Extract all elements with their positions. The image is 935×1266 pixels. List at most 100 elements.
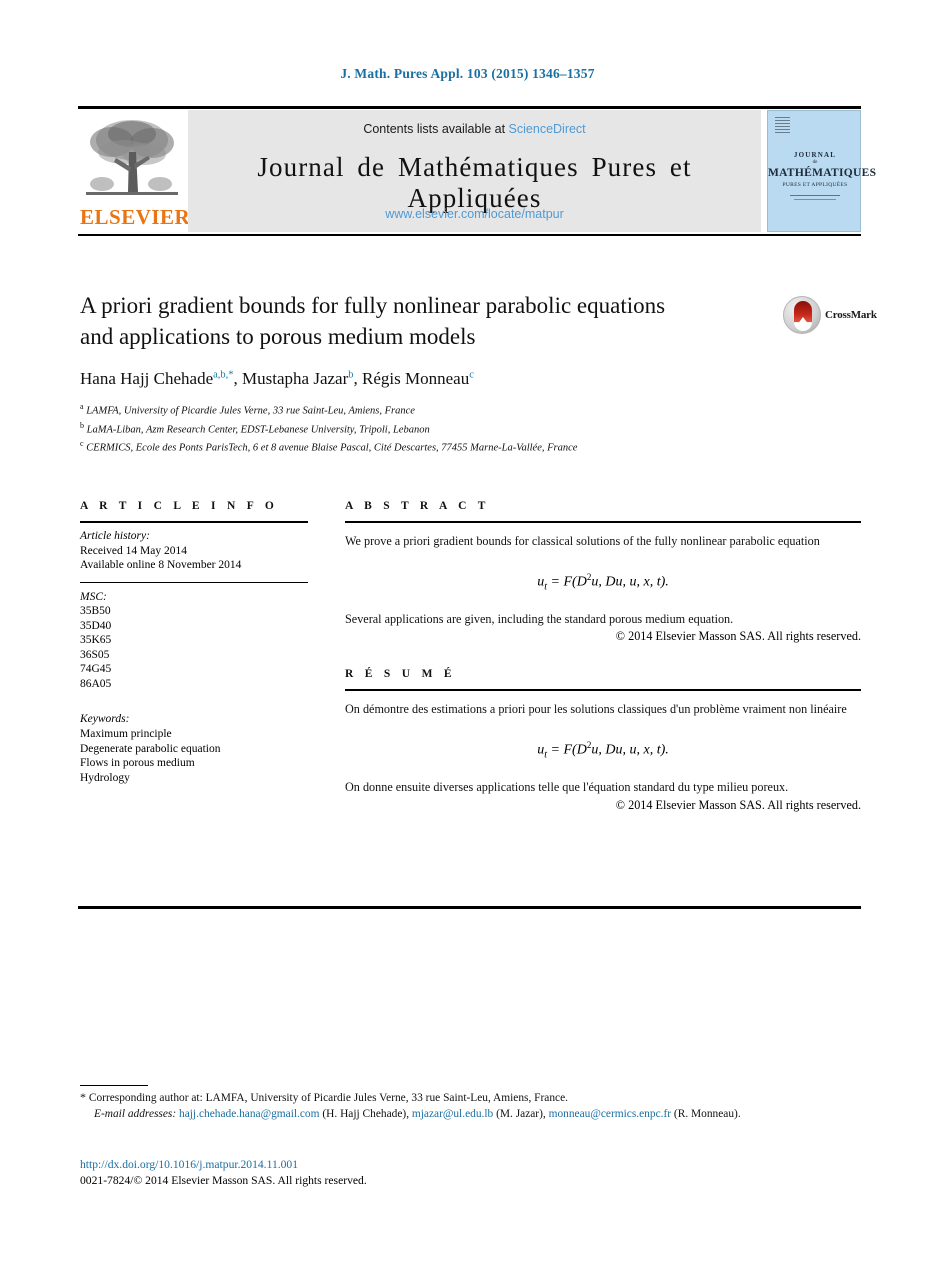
msc-code: 86A05 (80, 677, 112, 690)
affiliation-mark-a: a (80, 402, 84, 411)
abstract-heading: A B S T R A C T (345, 500, 490, 512)
email-addresses-label: E-mail addresses: (94, 1107, 177, 1120)
abstract-paragraph-1: We prove a priori gradient bounds for cl… (345, 534, 820, 548)
running-head: J. Math. Pures Appl. 103 (2015) 1346–135… (340, 66, 595, 81)
journal-title: Journal de Mathématiques Pures et Appliq… (257, 152, 692, 213)
masthead-banner: Contents lists available at ScienceDirec… (188, 110, 761, 232)
email-addresses-note: E-mail addresses: hajj.chehade.hana@gmai… (94, 1107, 741, 1120)
asterisk-icon: * (80, 1090, 86, 1104)
contents-available-line: Contents lists available at ScienceDirec… (188, 122, 761, 136)
email-link-3[interactable]: monneau@cermics.enpc.fr (549, 1108, 671, 1120)
journal-cover-thumbnail[interactable]: JOURNAL de MATHÉMATIQUES PURES ET APPLIQ… (767, 110, 877, 232)
affiliation-mark-c: c (80, 439, 84, 449)
footnote-rule (80, 1085, 148, 1087)
masthead-top-rule (78, 106, 861, 109)
cover-line-journal: JOURNAL (793, 151, 837, 159)
affiliation-item: c CERMICS, Ecole des Ponts ParisTech, 6 … (80, 437, 720, 456)
history-available-online: Available online 8 November 2014 (80, 559, 242, 571)
article-info-heading: A R T I C L E I N F O (80, 500, 279, 512)
keyword-item: Hydrology (80, 771, 130, 784)
msc-code: 36S05 (80, 648, 110, 661)
elsevier-logo: ELSEVIER (78, 110, 191, 232)
crossmark-icon (783, 296, 821, 334)
sciencedirect-link[interactable]: ScienceDirect (509, 122, 586, 136)
keyword-item: Flows in porous medium (80, 757, 195, 770)
cover-divider-2 (794, 199, 836, 200)
abstract-column: A B S T R A C T We prove a priori gradie… (345, 500, 861, 813)
crossmark-badge[interactable]: CrossMark (783, 296, 877, 336)
journal-homepage-link[interactable]: www.elsevier.com/locate/matpur (188, 207, 761, 221)
article-history-label: Article history: (80, 530, 150, 542)
keywords-label: Keywords: (80, 713, 130, 726)
keywords-block: Keywords: Maximum principle Degenerate p… (80, 712, 308, 785)
author-3: Régis Monneauc (362, 369, 474, 388)
journal-masthead: ELSEVIER Contents lists available at Sci… (78, 110, 877, 232)
email-link-2[interactable]: mjazar@ul.edu.lb (412, 1108, 493, 1120)
affiliation-list: a LAMFA, University of Picardie Jules Ve… (80, 400, 720, 456)
cover-line-subtitle: PURES ET APPLIQUÉES (782, 182, 848, 188)
article-info-rule-mid (80, 581, 308, 583)
abstract-copyright: © 2014 Elsevier Masson SAS. All rights r… (615, 629, 861, 644)
corresponding-author-text: Corresponding author at: LAMFA, Universi… (88, 1092, 569, 1104)
resume-paragraph-1: On démontre des estimations a priori pou… (345, 702, 847, 717)
email-owner-2: (M. Jazar) (496, 1107, 543, 1120)
msc-label: MSC: (80, 590, 107, 603)
author-1-sup[interactable]: a,b,* (213, 369, 233, 380)
article-info-column: A R T I C L E I N F O Article history: R… (80, 500, 308, 785)
masthead-bottom-rule (78, 234, 861, 236)
msc-code: 35D40 (80, 619, 112, 632)
abstract-section-bottom-rule (78, 906, 861, 909)
msc-code: 35B50 (80, 605, 111, 618)
author-3-sup[interactable]: c (469, 369, 474, 380)
msc-block: MSC: 35B50 35D40 35K65 36S05 74G45 86A05 (80, 590, 308, 692)
author-1-name: Hana Hajj Chehade (80, 369, 214, 388)
author-2: Mustapha Jazarb (242, 369, 353, 388)
title-line-1: A priori gradient bounds for fully nonli… (80, 293, 666, 318)
history-received: Received 14 May 2014 (80, 544, 187, 557)
elsevier-wordmark: ELSEVIER (80, 205, 191, 229)
author-1: Hana Hajj Chehadea,b,* (80, 369, 234, 388)
msc-code: 74G45 (80, 663, 112, 676)
doi-link[interactable]: http://dx.doi.org/10.1016/j.matpur.2014.… (80, 1157, 680, 1173)
doi-block: http://dx.doi.org/10.1016/j.matpur.2014.… (80, 1157, 680, 1188)
crossmark-label: CrossMark (825, 309, 877, 321)
abstract-rule (345, 521, 861, 523)
author-2-sup[interactable]: b (348, 369, 353, 380)
email-link-1[interactable]: hajj.chehade.hana@gmail.com (179, 1108, 319, 1120)
article-history-block: Article history: Received 14 May 2014 Av… (80, 529, 308, 573)
issn-copyright-line: 0021-7824/© 2014 Elsevier Masson SAS. Al… (80, 1173, 367, 1187)
page-title: A priori gradient bounds for fully nonli… (80, 290, 740, 352)
affiliation-text-c: CERMICS, Ecole des Ponts ParisTech, 6 et… (86, 442, 578, 454)
article-first-page: J. Math. Pures Appl. 103 (2015) 1346–135… (0, 0, 935, 1266)
resume-equation: ut = F(D2u, Du, u, x, t). (537, 739, 669, 761)
email-owner-1: (H. Hajj Chehade) (322, 1107, 407, 1120)
cover-elsevier-mark-icon (775, 117, 790, 134)
affiliation-text-b: LaMA-Liban, Azm Research Center, EDST-Le… (86, 424, 430, 436)
resume-rule (345, 689, 861, 692)
affiliation-mark-b: b (80, 420, 84, 430)
crossmark-arrow-icon (797, 317, 809, 325)
affiliation-item: a LAMFA, University of Picardie Jules Ve… (80, 400, 720, 419)
abstract-paragraph-2: Several applications are given, includin… (345, 611, 734, 626)
resume-copyright: © 2014 Elsevier Masson SAS. All rights r… (615, 797, 861, 812)
crossmark-inner-shape (794, 301, 812, 331)
msc-code: 35K65 (80, 634, 112, 647)
keyword-item: Degenerate parabolic equation (80, 742, 221, 755)
cover-line-de: de (812, 160, 818, 165)
keyword-item: Maximum principle (80, 727, 172, 740)
cover-divider-1 (790, 195, 840, 196)
abstract-equation: ut = F(D2u, Du, u, x, t). (537, 571, 669, 592)
author-list: Hana Hajj Chehadea,b,*, Mustapha Jazarb,… (80, 369, 474, 388)
resume-heading: R É S U M É (345, 668, 456, 681)
affiliation-item: b LaMA-Liban, Azm Research Center, EDST-… (80, 419, 720, 438)
cover-line-mathematiques: MATHÉMATIQUES (768, 167, 877, 179)
resume-paragraph-2: On donne ensuite diverses applications t… (345, 780, 789, 795)
contents-prefix: Contents lists available at (363, 122, 509, 136)
author-3-name: Régis Monneau (362, 369, 470, 388)
footnote-block: * Corresponding author at: LAMFA, Univer… (80, 1090, 870, 1122)
elsevier-tree-icon (86, 120, 178, 195)
title-line-2: and applications to porous medium models (80, 324, 476, 349)
corresponding-author-note: * Corresponding author at: LAMFA, Univer… (80, 1090, 870, 1107)
email-owner-3: (R. Monneau). (673, 1107, 741, 1120)
affiliation-text-a: LAMFA, University of Picardie Jules Vern… (86, 405, 415, 417)
